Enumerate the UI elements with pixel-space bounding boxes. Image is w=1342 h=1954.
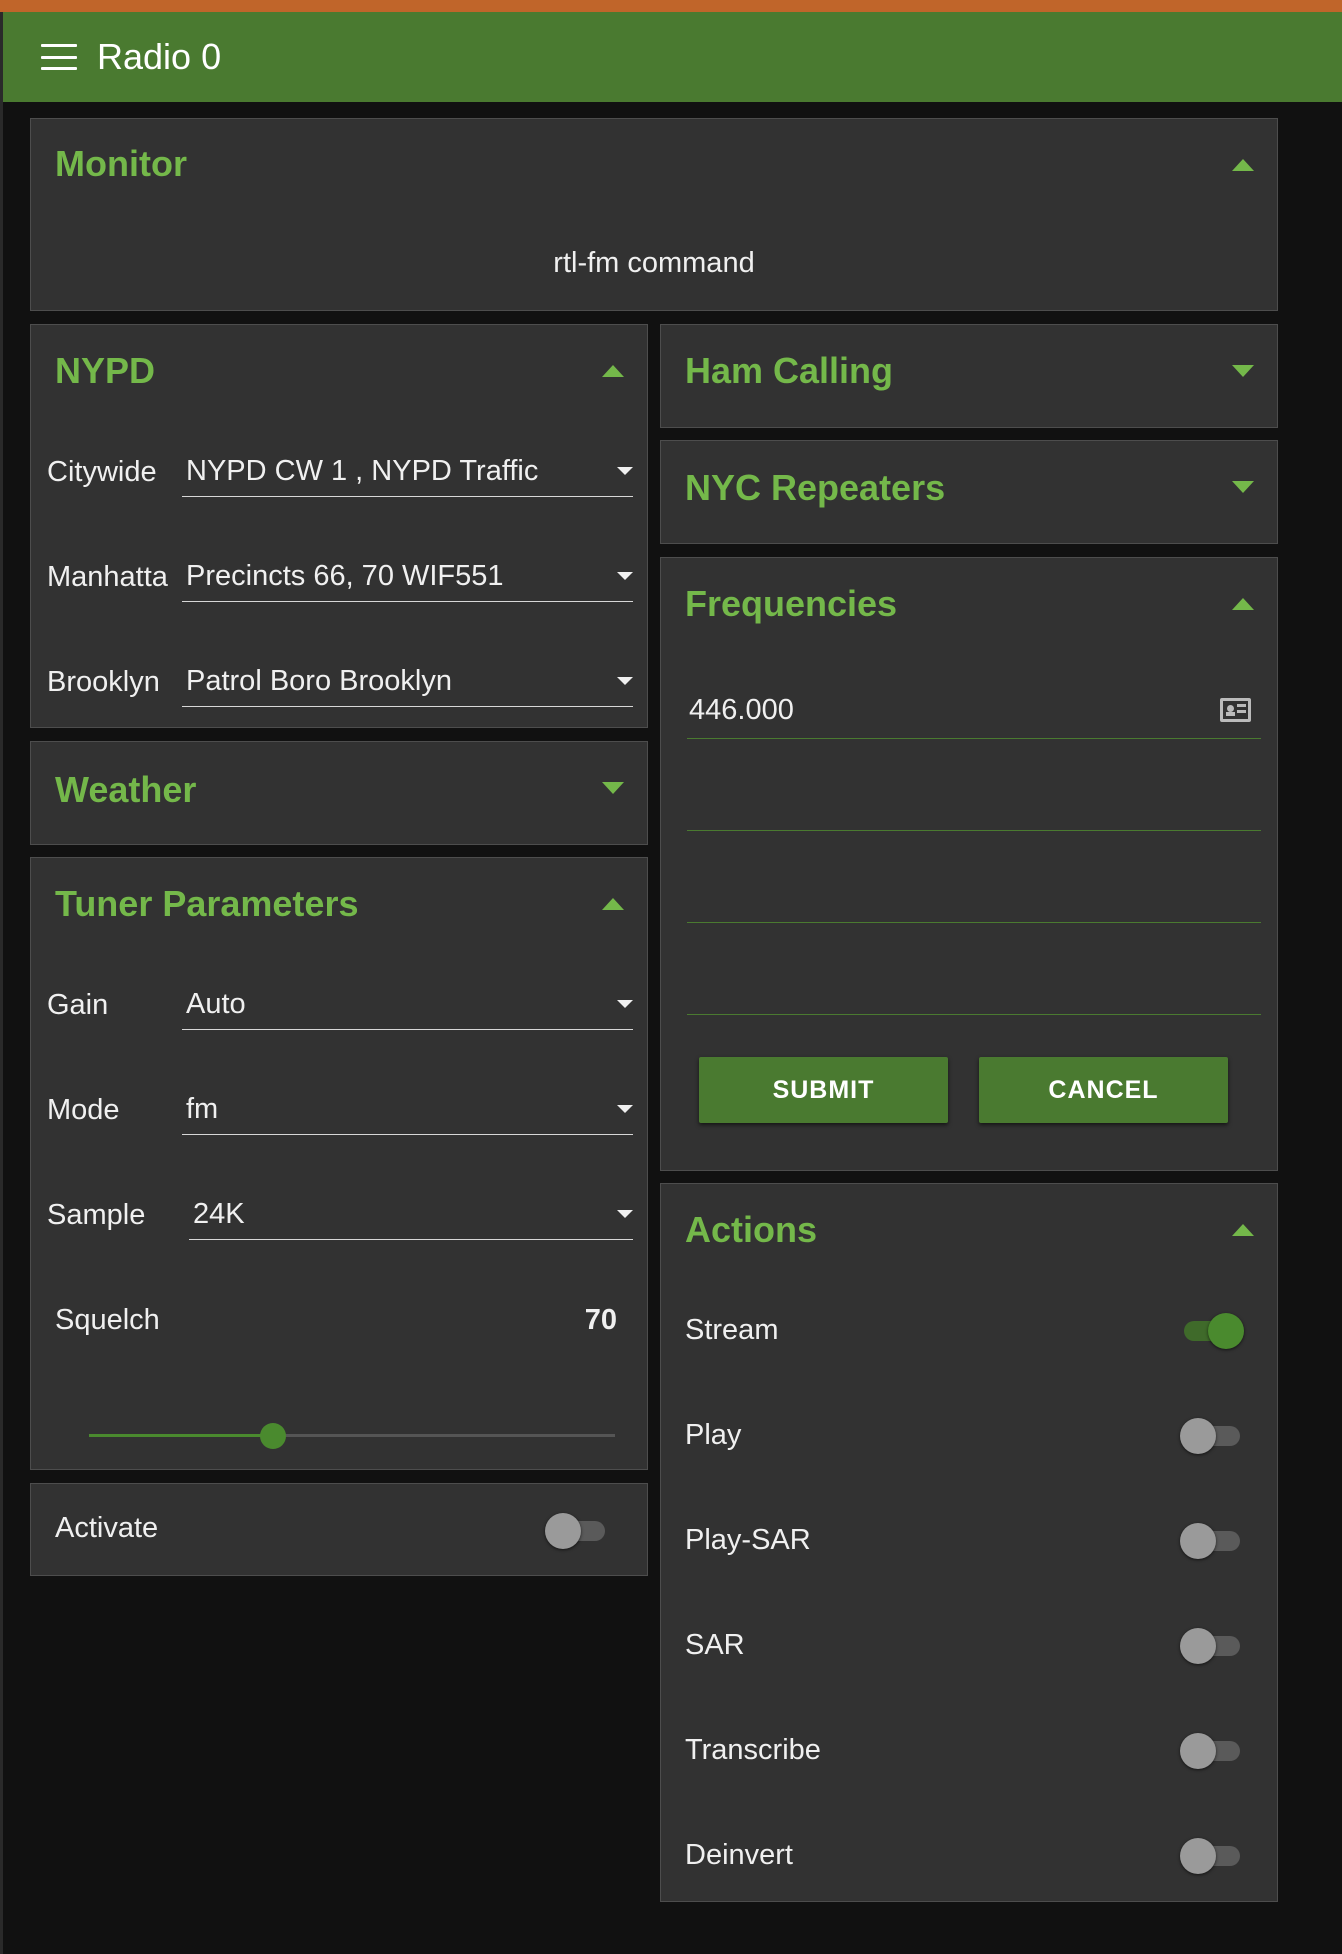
sample-select[interactable]: 24K xyxy=(189,1190,633,1240)
monitor-collapse-icon[interactable] xyxy=(1232,159,1254,171)
play-sar-label: Play-SAR xyxy=(685,1524,811,1556)
app-title: Radio 0 xyxy=(97,36,222,77)
monitor-title: Monitor xyxy=(55,143,187,184)
squelch-label: Squelch xyxy=(55,1304,160,1336)
frequencies-panel: Frequencies 446.000 SUBMIT CANCEL xyxy=(660,557,1278,1171)
frequencies-title: Frequencies xyxy=(685,583,898,624)
nypd-collapse-icon[interactable] xyxy=(602,365,624,377)
nypd-panel: NYPD Citywide NYPD CW 1 , NYPD Traffic M… xyxy=(30,324,648,728)
activate-label: Activate xyxy=(55,1512,159,1544)
frequency-field-2-underline xyxy=(687,830,1261,831)
frequency-field-2[interactable] xyxy=(687,754,1261,810)
hamburger-menu-icon[interactable] xyxy=(41,44,77,70)
actions-title: Actions xyxy=(685,1209,818,1250)
brooklyn-dropdown-icon xyxy=(617,677,633,685)
rtl-fm-command-label: rtl-fm command xyxy=(553,247,755,279)
squelch-value: 70 xyxy=(584,1304,617,1336)
brooklyn-label: Brooklyn xyxy=(47,666,160,698)
deinvert-toggle[interactable] xyxy=(1180,1834,1242,1876)
nyc-repeaters-panel[interactable]: NYC Repeaters xyxy=(660,440,1278,544)
sar-toggle[interactable] xyxy=(1180,1624,1242,1666)
gain-dropdown-icon xyxy=(617,1000,633,1008)
tuner-parameters-title: Tuner Parameters xyxy=(55,883,359,924)
squelch-slider-fill xyxy=(89,1434,274,1437)
window-left-edge xyxy=(0,12,3,1954)
monitor-panel: Monitor rtl-fm command xyxy=(30,118,1278,311)
transcribe-toggle[interactable] xyxy=(1180,1729,1242,1771)
manhattan-dropdown-icon xyxy=(617,572,633,580)
activate-panel: Activate xyxy=(30,1483,648,1576)
weather-panel[interactable]: Weather xyxy=(30,741,648,845)
citywide-dropdown-icon xyxy=(617,467,633,475)
ham-calling-expand-icon[interactable] xyxy=(1232,365,1254,377)
nyc-repeaters-title: NYC Repeaters xyxy=(685,467,946,508)
window-top-strip xyxy=(0,0,1342,12)
cancel-button[interactable]: CANCEL xyxy=(979,1057,1228,1123)
citywide-select[interactable]: NYPD CW 1 , NYPD Traffic xyxy=(182,447,633,497)
frequency-value-1: 446.000 xyxy=(689,694,794,726)
tuner-collapse-icon[interactable] xyxy=(602,898,624,910)
gain-label: Gain xyxy=(47,989,109,1021)
frequency-field-4[interactable] xyxy=(687,938,1261,994)
manhattan-label: Manhattan xyxy=(47,561,169,593)
frequency-field-3[interactable] xyxy=(687,846,1261,902)
sar-label: SAR xyxy=(685,1629,745,1661)
nypd-title: NYPD xyxy=(55,350,156,391)
frequency-field-1[interactable]: 446.000 xyxy=(687,682,1261,738)
ham-calling-title: Ham Calling xyxy=(685,350,894,391)
gain-select[interactable]: Auto xyxy=(182,980,633,1030)
manhattan-select[interactable]: Precincts 66, 70 WIF551 xyxy=(182,552,633,602)
brooklyn-select[interactable]: Patrol Boro Brooklyn xyxy=(182,657,633,707)
actions-collapse-icon[interactable] xyxy=(1232,1224,1254,1236)
play-sar-toggle[interactable] xyxy=(1180,1519,1242,1561)
ham-calling-panel[interactable]: Ham Calling xyxy=(660,324,1278,428)
mode-label: Mode xyxy=(47,1094,120,1126)
submit-button[interactable]: SUBMIT xyxy=(699,1057,948,1123)
squelch-slider[interactable] xyxy=(89,1421,615,1451)
contact-card-icon[interactable] xyxy=(1220,698,1251,722)
squelch-slider-thumb[interactable] xyxy=(260,1423,287,1449)
stream-label: Stream xyxy=(685,1314,779,1346)
stream-toggle[interactable] xyxy=(1180,1309,1244,1351)
play-toggle[interactable] xyxy=(1180,1414,1242,1456)
deinvert-label: Deinvert xyxy=(685,1839,793,1871)
transcribe-label: Transcribe xyxy=(685,1734,821,1766)
tuner-parameters-panel: Tuner Parameters Gain Auto Mode fm Sampl… xyxy=(30,857,648,1470)
frequency-field-1-underline xyxy=(687,738,1261,739)
sample-dropdown-icon xyxy=(617,1210,633,1218)
mode-dropdown-icon xyxy=(617,1105,633,1113)
play-label: Play xyxy=(685,1419,742,1451)
sample-label: Sample xyxy=(47,1199,146,1231)
weather-expand-icon[interactable] xyxy=(602,782,624,794)
frequency-field-4-underline xyxy=(687,1014,1261,1015)
mode-select[interactable]: fm xyxy=(182,1085,633,1135)
actions-panel: Actions Stream Play Play-SAR SAR Transcr… xyxy=(660,1183,1278,1902)
nyc-repeaters-expand-icon[interactable] xyxy=(1232,481,1254,493)
app-bar: Radio 0 xyxy=(3,12,1342,102)
activate-toggle[interactable] xyxy=(545,1509,607,1551)
frequencies-collapse-icon[interactable] xyxy=(1232,598,1254,610)
weather-title: Weather xyxy=(55,769,197,810)
frequency-field-3-underline xyxy=(687,922,1261,923)
citywide-label: Citywide xyxy=(47,456,157,488)
